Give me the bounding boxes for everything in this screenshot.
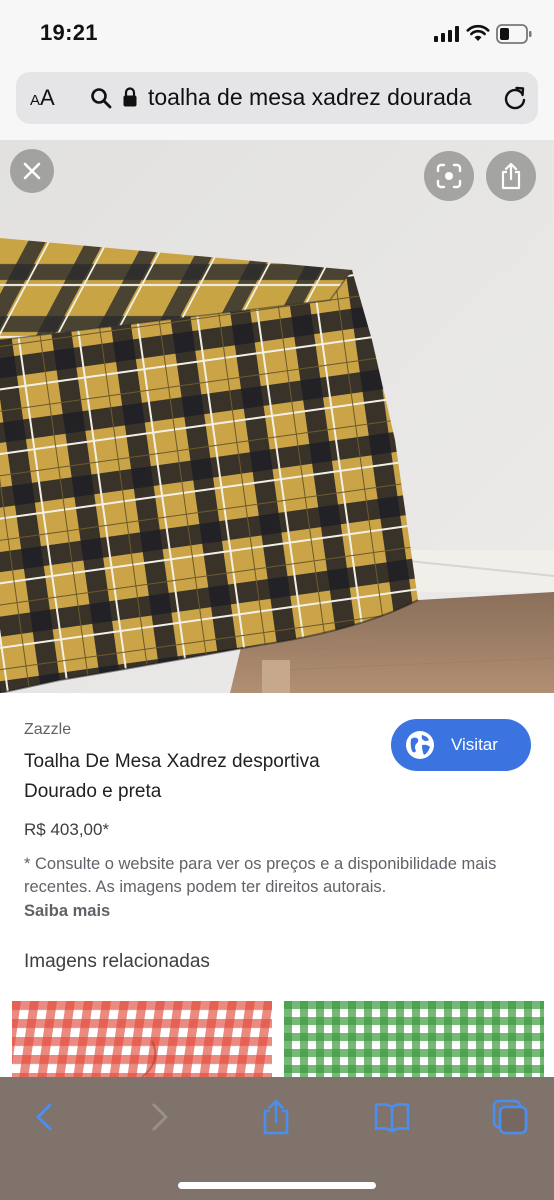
related-images-heading: Imagens relacionadas xyxy=(24,951,210,972)
related-image-red-gingham[interactable] xyxy=(12,1001,272,1077)
search-icon xyxy=(91,88,112,109)
cellular-signal-icon xyxy=(434,26,459,42)
disclaimer-text: * Consulte o website para ver os preços … xyxy=(24,855,497,896)
share-icon xyxy=(501,162,521,190)
globe-icon xyxy=(406,731,434,759)
home-indicator[interactable] xyxy=(178,1182,376,1189)
green-gingham-image xyxy=(284,1001,544,1077)
close-button[interactable] xyxy=(10,149,54,193)
status-bar: 19:21 xyxy=(0,0,554,68)
result-details: Zazzle Toalha De Mesa Xadrez desportiva … xyxy=(0,693,554,1077)
result-title[interactable]: Toalha De Mesa Xadrez desportiva Dourado… xyxy=(24,747,374,807)
url-text[interactable]: toalha de mesa xadrez dourada xyxy=(148,84,472,111)
forward-button[interactable] xyxy=(140,1097,180,1137)
related-image-green-gingham[interactable] xyxy=(284,1001,544,1077)
browser-chrome: 19:21 AA toalha de mesa xadrez dourada xyxy=(0,0,554,140)
lock-icon xyxy=(123,87,137,107)
battery-icon xyxy=(496,24,532,44)
share-button[interactable] xyxy=(256,1097,296,1137)
tabs-icon xyxy=(492,1099,528,1135)
text-size-large-glyph: A xyxy=(40,85,55,110)
share-icon xyxy=(263,1099,289,1135)
browser-toolbar xyxy=(0,1077,554,1200)
status-time: 19:21 xyxy=(40,20,98,45)
bookmarks-button[interactable] xyxy=(372,1097,412,1137)
learn-more-link[interactable]: Saiba mais xyxy=(24,902,110,921)
chevron-left-icon xyxy=(36,1103,52,1131)
product-image[interactable] xyxy=(0,140,554,693)
address-bar[interactable]: AA toalha de mesa xadrez dourada xyxy=(16,72,538,124)
reload-icon[interactable] xyxy=(502,84,528,112)
red-gingham-image xyxy=(12,1001,272,1077)
wifi-icon xyxy=(466,24,490,41)
price: R$ 403,00* xyxy=(24,820,110,839)
visit-label: Visitar xyxy=(451,735,498,754)
book-icon xyxy=(374,1103,410,1133)
image-viewer xyxy=(0,140,554,693)
text-size-small-glyph: A xyxy=(30,92,41,109)
text-size-button[interactable]: AA xyxy=(30,85,55,111)
visit-button[interactable]: Visitar xyxy=(391,719,531,771)
back-button[interactable] xyxy=(26,1097,66,1137)
share-image-button[interactable] xyxy=(486,151,536,201)
tabs-button[interactable] xyxy=(490,1097,530,1137)
source-site[interactable]: Zazzle xyxy=(24,721,71,739)
chevron-right-icon xyxy=(152,1103,168,1131)
close-icon xyxy=(23,162,41,180)
visual-search-button[interactable] xyxy=(424,151,474,201)
visual-search-icon xyxy=(436,163,462,189)
